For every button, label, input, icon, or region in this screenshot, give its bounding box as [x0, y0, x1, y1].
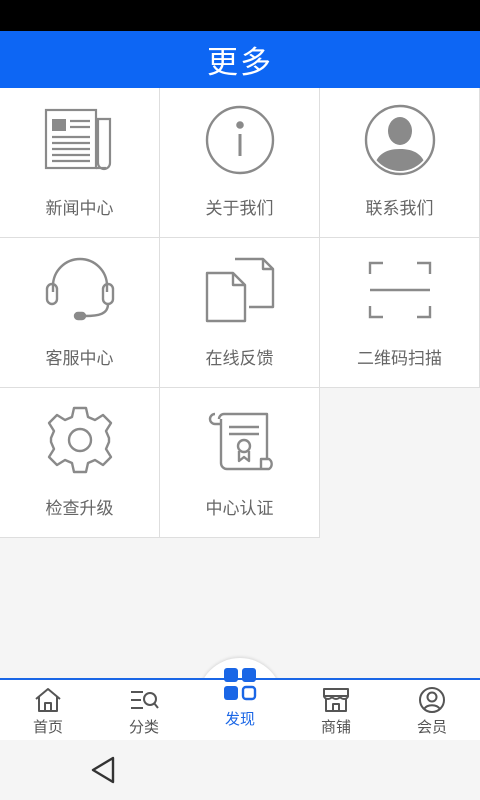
- tab-label: 首页: [32, 718, 63, 736]
- contact-person-icon: [360, 100, 440, 180]
- grid-item-qr-scan[interactable]: 二维码扫描: [320, 238, 480, 388]
- newspaper-icon: [40, 100, 120, 180]
- tab-label: 会员: [416, 718, 447, 736]
- home-icon: [33, 686, 63, 714]
- grid-item-label: 二维码扫描: [357, 349, 442, 369]
- system-nav-bar: [0, 740, 480, 800]
- bottom-tab-bar: 首页 分类 发现 商铺 会员: [0, 668, 480, 742]
- grid-item-contact[interactable]: 联系我们: [320, 88, 480, 238]
- grid-item-customer-service[interactable]: 客服中心: [0, 238, 160, 388]
- gear-icon: [40, 400, 120, 480]
- tab-shop[interactable]: 商铺: [288, 680, 384, 742]
- grid-item-label: 新闻中心: [45, 199, 114, 219]
- grid-item-check-update[interactable]: 检查升级: [0, 388, 160, 538]
- grid-item-label: 关于我们: [205, 199, 274, 219]
- tab-label: 商铺: [320, 718, 351, 736]
- page-title: 更多: [207, 45, 273, 81]
- shop-icon: [321, 686, 351, 714]
- grid-item-feedback[interactable]: 在线反馈: [160, 238, 320, 388]
- member-icon: [417, 686, 447, 714]
- info-icon: [200, 100, 280, 180]
- back-button[interactable]: [86, 752, 120, 788]
- headset-icon: [40, 250, 120, 330]
- grid-item-label: 客服中心: [45, 349, 114, 369]
- title-bar: 更多: [0, 31, 480, 88]
- grid-item-about[interactable]: 关于我们: [160, 88, 320, 238]
- tab-member[interactable]: 会员: [384, 680, 480, 742]
- certificate-scroll-icon: [200, 400, 280, 480]
- grid-item-label: 在线反馈: [205, 349, 274, 369]
- grid-item-label: 检查升级: [45, 499, 114, 519]
- scan-frame-icon: [360, 250, 440, 330]
- back-triangle-icon: [91, 756, 115, 784]
- grid-item-label: 联系我们: [365, 199, 434, 219]
- category-search-icon: [129, 686, 159, 714]
- grid-item-label: 中心认证: [205, 499, 274, 519]
- empty-grid-cell: [320, 388, 480, 537]
- grid-item-certification[interactable]: 中心认证: [160, 388, 320, 538]
- tab-category[interactable]: 分类: [96, 680, 192, 742]
- documents-icon: [200, 250, 280, 330]
- tab-discover[interactable]: 发现: [192, 662, 288, 742]
- tab-home[interactable]: 首页: [0, 680, 96, 742]
- grid-item-news[interactable]: 新闻中心: [0, 88, 160, 238]
- discover-grid-icon: [222, 666, 258, 702]
- tab-label: 分类: [128, 718, 159, 736]
- status-bar: [0, 0, 480, 31]
- tab-label: 发现: [224, 710, 255, 728]
